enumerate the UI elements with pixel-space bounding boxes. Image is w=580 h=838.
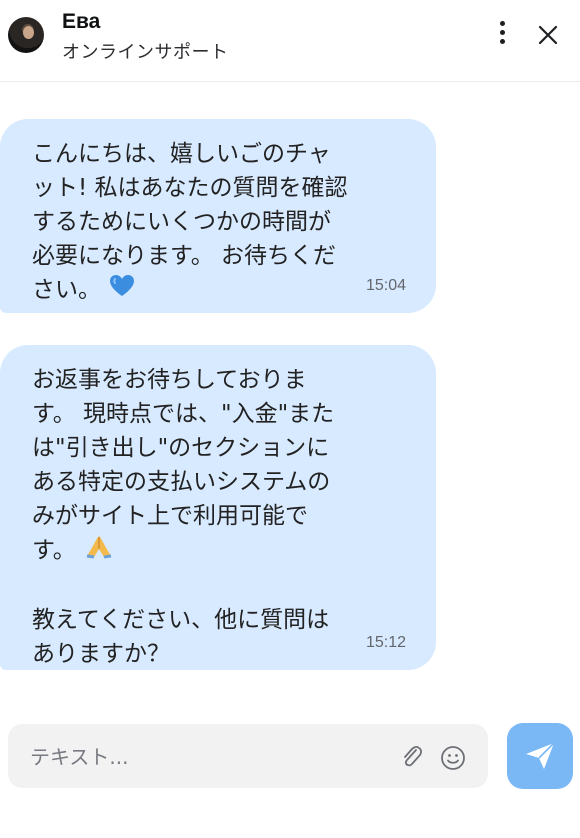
chat-header: Ева オンラインサポート xyxy=(0,0,580,82)
message-text: こんにちは、嬉しいごのチャット! 私はあなたの質問を確認するためにいくつかの時間… xyxy=(32,137,350,308)
folded-hands-icon xyxy=(84,533,114,569)
send-icon xyxy=(526,742,555,769)
send-button[interactable] xyxy=(507,723,573,789)
message-timestamp: 15:04 xyxy=(365,277,406,294)
paperclip-icon[interactable] xyxy=(400,744,424,770)
message-composer xyxy=(8,724,488,788)
emoji-icon[interactable] xyxy=(440,745,466,771)
close-icon[interactable] xyxy=(534,21,562,49)
message-bubble: こんにちは、嬉しいごのチャット! 私はあなたの質問を確認するためにいくつかの時間… xyxy=(0,119,436,313)
agent-name: Ева xyxy=(62,10,101,33)
more-options-icon[interactable] xyxy=(490,20,514,46)
message-bubble: お返事をお待ちしております。 現時点では、"入金"または"引き出し"のセクション… xyxy=(0,345,436,670)
blue-heart-icon xyxy=(109,274,135,308)
agent-status: オンラインサポート xyxy=(62,42,229,63)
avatar xyxy=(8,17,44,53)
message-text: お返事をお待ちしております。 現時点では、"入金"または"引き出し"のセクション… xyxy=(32,363,350,569)
message-text-followup: 教えてください、他に質問はありますか？ xyxy=(32,607,330,667)
message-input[interactable] xyxy=(28,738,392,776)
message-timestamp: 15:12 xyxy=(365,634,406,651)
